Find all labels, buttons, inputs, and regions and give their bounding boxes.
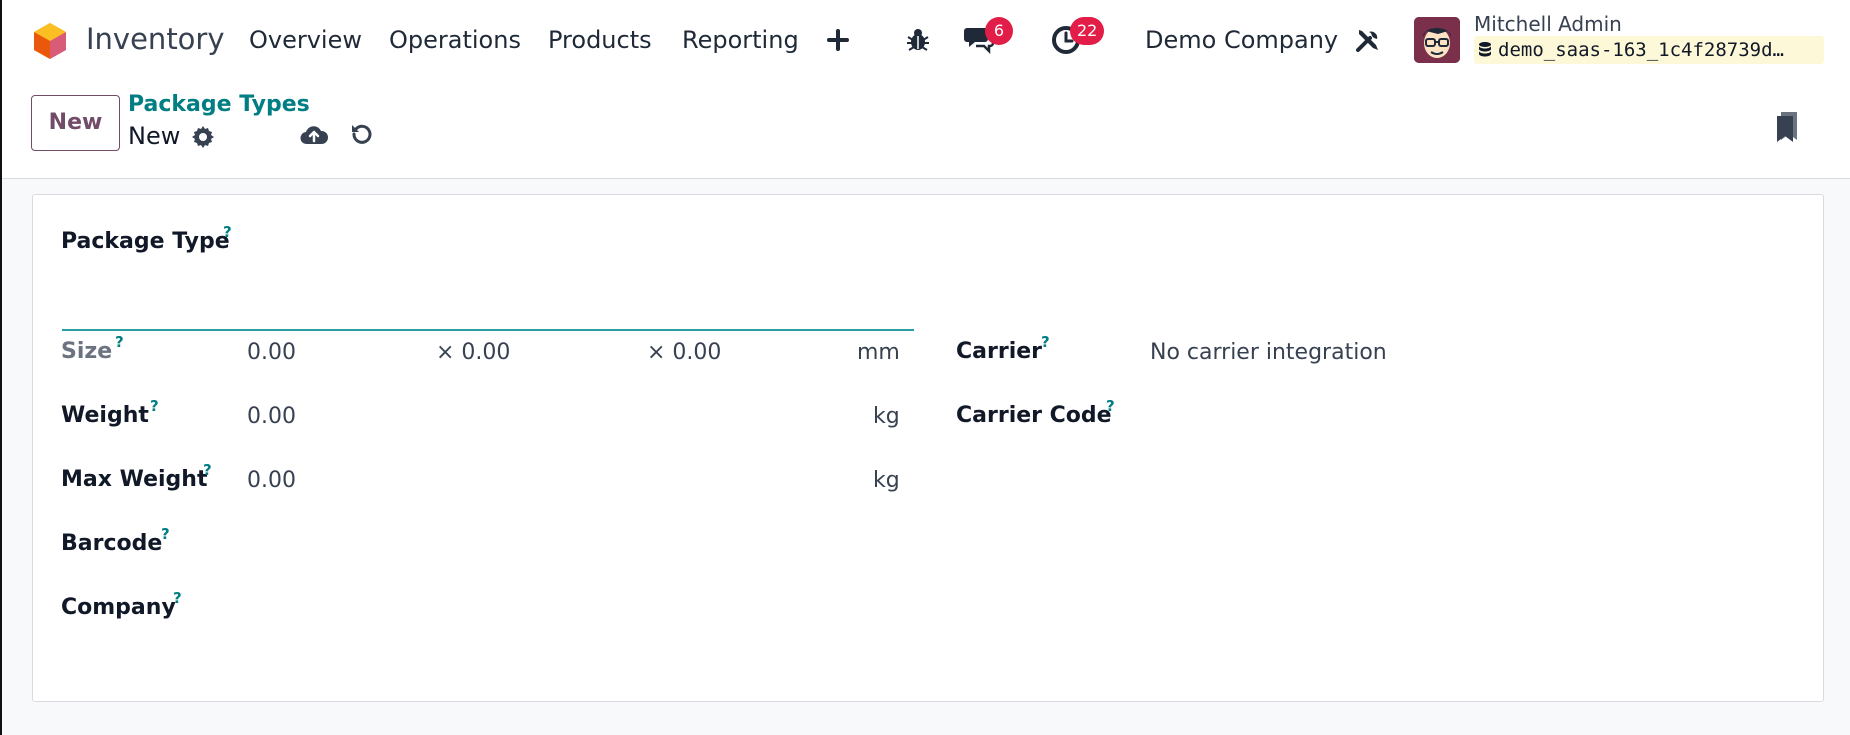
database-icon — [1479, 42, 1491, 57]
menu-operations[interactable]: Operations — [389, 26, 521, 54]
max-weight-input[interactable]: 0.00 — [247, 468, 296, 493]
barcode-input[interactable] — [247, 529, 907, 559]
inventory-app-logo[interactable] — [32, 21, 68, 61]
top-navbar: Inventory Overview Operations Products R… — [2, 0, 1850, 82]
carrier-label: Carrier — [956, 339, 1043, 364]
menu-products[interactable]: Products — [548, 26, 652, 54]
database-badge: demo_saas-163_1c4f28739d… — [1474, 36, 1824, 64]
plus-icon[interactable] — [822, 25, 854, 55]
app-name[interactable]: Inventory — [86, 22, 225, 56]
cloud-upload-icon[interactable] — [298, 120, 330, 150]
size-unit: mm — [857, 340, 900, 365]
user-name[interactable]: Mitchell Admin — [1474, 12, 1622, 36]
carrier-code-label: Carrier Code — [956, 403, 1112, 428]
company-label: Company — [61, 595, 176, 620]
bug-icon[interactable] — [902, 24, 934, 56]
database-name: demo_saas-163_1c4f28739d… — [1498, 39, 1784, 61]
gear-icon[interactable] — [189, 123, 217, 151]
company-input[interactable] — [247, 593, 907, 623]
max-weight-unit: kg — [873, 468, 900, 493]
messages-count-badge: 6 — [985, 17, 1013, 45]
barcode-label: Barcode — [61, 531, 163, 556]
menu-overview[interactable]: Overview — [249, 26, 362, 54]
help-icon[interactable]: ? — [115, 333, 124, 351]
package-type-label: Package Type — [61, 229, 230, 254]
help-icon[interactable]: ? — [223, 223, 232, 241]
weight-unit: kg — [873, 404, 900, 429]
weight-input[interactable]: 0.00 — [247, 404, 296, 429]
height-input[interactable]: × 0.00 — [647, 340, 721, 365]
breadcrumb-current: New — [128, 122, 181, 150]
new-button[interactable]: New — [31, 95, 120, 151]
activities-count-badge: 22 — [1070, 17, 1105, 45]
carrier-select[interactable]: No carrier integration — [1150, 340, 1387, 365]
tools-icon[interactable] — [1352, 24, 1384, 56]
carrier-code-input[interactable] — [1150, 401, 1790, 431]
breadcrumb-package-types[interactable]: Package Types — [128, 92, 310, 117]
weight-label: Weight — [61, 403, 149, 428]
bookmark-icon[interactable] — [1772, 108, 1802, 144]
width-input[interactable]: × 0.00 — [436, 340, 510, 365]
help-icon[interactable]: ? — [161, 525, 170, 543]
name-field-underline — [62, 329, 914, 331]
help-icon[interactable]: ? — [203, 461, 212, 479]
help-icon[interactable]: ? — [1041, 333, 1050, 351]
menu-reporting[interactable]: Reporting — [682, 26, 799, 54]
max-weight-label: Max Weight — [61, 467, 208, 492]
help-icon[interactable]: ? — [150, 397, 159, 415]
help-icon[interactable]: ? — [173, 589, 182, 607]
length-input[interactable]: 0.00 — [247, 340, 296, 365]
user-avatar[interactable] — [1414, 17, 1460, 63]
help-icon[interactable]: ? — [1106, 397, 1115, 415]
control-panel: New Package Types New — [2, 82, 1850, 179]
size-label: Size — [61, 339, 113, 364]
package-type-name-input[interactable] — [62, 431, 914, 465]
form-sheet: Package Type ? Size ? 0.00 × 0.00 × 0.00… — [32, 194, 1824, 702]
undo-icon[interactable] — [346, 120, 376, 150]
company-switcher[interactable]: Demo Company — [1145, 26, 1338, 54]
